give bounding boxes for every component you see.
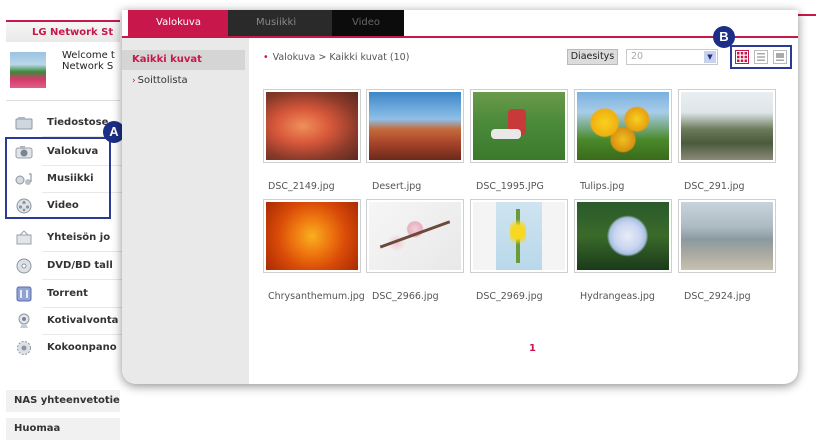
interval-value: 20 bbox=[631, 51, 644, 62]
menu-item-dvd[interactable]: DVD/BD tall bbox=[6, 253, 122, 280]
grid-view-icon[interactable] bbox=[735, 50, 749, 64]
nas-summary-link[interactable]: NAS yhteenvetotied bbox=[6, 390, 120, 412]
menu-item-label: Yhteisön jo bbox=[47, 232, 111, 243]
cityscape-photo bbox=[681, 202, 773, 270]
notice-link[interactable]: Huomaa bbox=[6, 418, 120, 440]
tab-photo[interactable]: Valokuva bbox=[128, 10, 228, 36]
breadcrumb: • Valokuva > Kaikki kuvat (10) bbox=[263, 52, 409, 63]
divider bbox=[42, 251, 122, 252]
brand-title: LG Network St bbox=[6, 20, 120, 42]
soccer-photo bbox=[473, 92, 565, 160]
slideshow-interval-select[interactable]: 20 ▼ bbox=[626, 49, 718, 65]
menu-item-torrent[interactable]: Torrent bbox=[6, 281, 122, 308]
photo-content: • Valokuva > Kaikki kuvat (10) Diaesitys … bbox=[249, 26, 798, 384]
welcome-line-1: Welcome t bbox=[62, 50, 115, 61]
photo-filename: Hydrangeas.jpg bbox=[580, 291, 655, 302]
photo-filename: DSC_2149.jpg bbox=[268, 181, 335, 192]
list-view-icon[interactable] bbox=[754, 50, 768, 64]
settings-gear-icon bbox=[17, 341, 31, 355]
nas-sidebar: LG Network St Welcome t Network S Tiedos… bbox=[0, 0, 125, 441]
annotation-marker-b: B bbox=[713, 26, 735, 48]
menu-item-home-surveillance[interactable]: Kotivalvonta bbox=[6, 308, 122, 335]
chevron-down-icon: ▼ bbox=[704, 51, 716, 63]
divider bbox=[42, 279, 122, 280]
welcome-line-2: Network S bbox=[62, 61, 114, 72]
torrent-icon bbox=[16, 286, 32, 302]
photo-thumbnail[interactable] bbox=[574, 89, 672, 163]
photo-filename: DSC_2924.jpg bbox=[684, 291, 751, 302]
detail-view-icon[interactable] bbox=[773, 50, 787, 64]
chrysanthemum-photo bbox=[266, 202, 358, 270]
photo-side-nav: Kaikki kuvat › Soittolista bbox=[122, 38, 249, 384]
welcome-thumbnail bbox=[10, 52, 46, 88]
tab-video[interactable]: Video bbox=[332, 10, 404, 36]
photo-filename: Tulips.jpg bbox=[580, 181, 625, 192]
shrimp-photo bbox=[266, 92, 358, 160]
welcome-box: Welcome t Network S bbox=[6, 46, 120, 94]
menu-item-community[interactable]: Yhteisön jo bbox=[6, 225, 122, 252]
disc-icon bbox=[16, 258, 32, 274]
webcam-icon bbox=[18, 313, 30, 328]
photo-thumbnail[interactable] bbox=[366, 199, 464, 273]
chevron-right-icon: › bbox=[132, 76, 136, 86]
share-icon bbox=[16, 230, 32, 245]
nav-playlist[interactable]: › Soittolista bbox=[122, 72, 245, 90]
menu-item-label: Kotivalvonta bbox=[47, 315, 119, 326]
menu-item-label: Torrent bbox=[47, 288, 88, 299]
photo-browser-panel: Valokuva Musiikki Video Kaikki kuvat › So… bbox=[122, 10, 798, 384]
hillside-photo bbox=[681, 92, 773, 160]
menu-item-label: Kokoonpano bbox=[47, 342, 117, 353]
yellow-flower-photo bbox=[473, 202, 565, 270]
photo-thumbnail[interactable] bbox=[263, 89, 361, 163]
breadcrumb-text: Valokuva > Kaikki kuvat (10) bbox=[272, 52, 410, 63]
menu-item-settings[interactable]: Kokoonpano bbox=[6, 335, 120, 362]
media-tabs: Valokuva Musiikki Video bbox=[122, 10, 798, 38]
hydrangeas-photo bbox=[577, 202, 669, 270]
divider bbox=[6, 100, 120, 101]
desert-photo bbox=[369, 92, 461, 160]
photo-thumbnail[interactable] bbox=[366, 89, 464, 163]
bullet-icon: • bbox=[263, 52, 269, 63]
photo-thumbnail[interactable] bbox=[678, 199, 776, 273]
menu-item-label: DVD/BD tall bbox=[47, 260, 113, 271]
photo-thumbnail[interactable] bbox=[263, 199, 361, 273]
pagination-current-page[interactable]: 1 bbox=[529, 343, 536, 354]
tab-music[interactable]: Musiikki bbox=[228, 10, 332, 36]
slideshow-button[interactable]: Diaesitys bbox=[567, 49, 618, 65]
blossom-photo bbox=[369, 202, 461, 270]
nav-all-photos[interactable]: Kaikki kuvat bbox=[122, 50, 245, 70]
tulips-photo bbox=[577, 92, 669, 160]
header-accent-line bbox=[798, 14, 816, 16]
photo-thumbnail[interactable] bbox=[470, 199, 568, 273]
photo-thumbnail[interactable] bbox=[678, 89, 776, 163]
annotation-box-a bbox=[5, 137, 111, 219]
photo-filename: DSC_1995.JPG bbox=[476, 181, 544, 192]
file-explorer-icon bbox=[15, 117, 33, 130]
welcome-text: Welcome t Network S bbox=[62, 50, 120, 72]
menu-item-label: Tiedostose bbox=[47, 117, 109, 128]
nav-playlist-label: Soittolista bbox=[137, 75, 188, 86]
photo-filename: Desert.jpg bbox=[372, 181, 422, 192]
photo-filename: Chrysanthemum.jpg bbox=[268, 291, 365, 302]
photo-thumbnail[interactable] bbox=[470, 89, 568, 163]
photo-filename: DSC_2966.jpg bbox=[372, 291, 439, 302]
photo-thumbnail[interactable] bbox=[574, 199, 672, 273]
photo-filename: DSC_291.jpg bbox=[684, 181, 745, 192]
photo-filename: DSC_2969.jpg bbox=[476, 291, 543, 302]
